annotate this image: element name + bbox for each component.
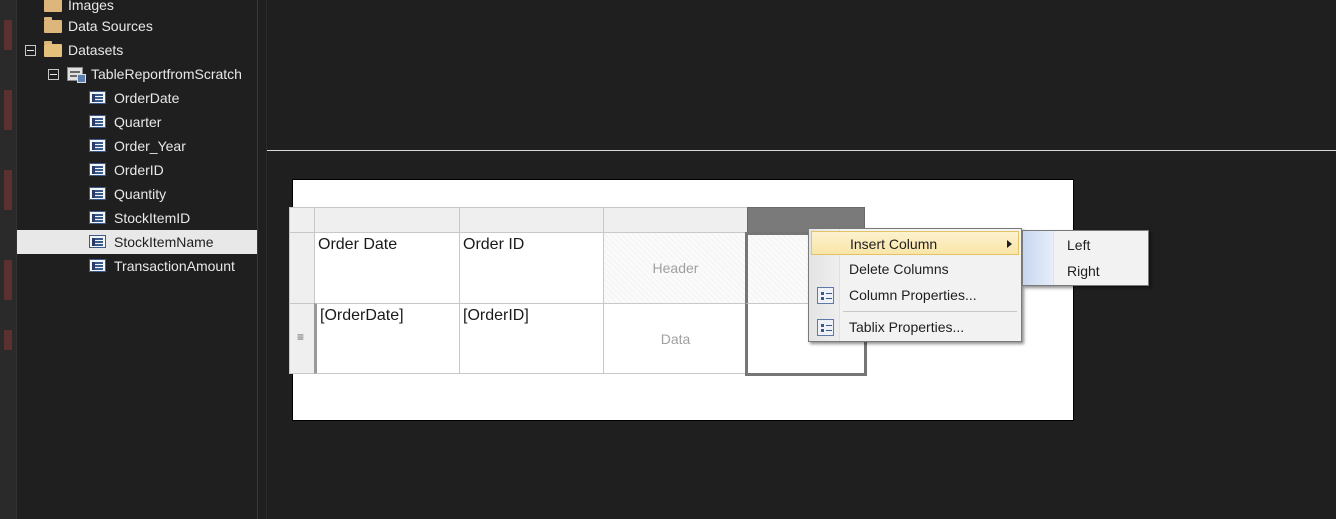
tool-strip-tab[interactable] xyxy=(4,170,12,210)
menu-item-label: Left xyxy=(1067,237,1091,253)
field-icon xyxy=(89,211,106,224)
report-data-tree: Images Data Sources Datasets TableReport… xyxy=(17,0,257,519)
collapse-icon[interactable] xyxy=(25,45,36,56)
insert-column-submenu: Left Right xyxy=(1022,230,1149,286)
properties-icon xyxy=(817,287,834,304)
pane-divider xyxy=(266,0,267,519)
menu-item-label: Delete Columns xyxy=(849,261,949,277)
tool-strip-tab[interactable] xyxy=(4,20,12,50)
tree-item-field-orderid[interactable]: OrderID xyxy=(89,158,257,182)
tree-item-label: StockItemName xyxy=(114,234,214,250)
menu-item-label: Right xyxy=(1067,263,1100,279)
folder-icon xyxy=(44,0,62,12)
header-cell-order-id[interactable]: Order ID xyxy=(459,232,604,304)
tree-item-label: Quantity xyxy=(114,186,167,202)
folder-icon xyxy=(44,17,62,33)
menu-separator xyxy=(843,311,1017,312)
menu-item-insert-left[interactable]: Left xyxy=(1025,233,1146,257)
tool-strip-tab[interactable] xyxy=(4,330,12,350)
pane-splitter[interactable] xyxy=(257,0,258,519)
data-cell-placeholder[interactable]: Data xyxy=(603,303,748,374)
field-icon xyxy=(89,115,106,128)
header-cell-placeholder[interactable]: Header xyxy=(603,232,748,304)
column-context-menu: Insert Column Delete Columns Column Prop… xyxy=(808,228,1022,342)
dataset-icon xyxy=(67,67,86,83)
tree-item-label: Quarter xyxy=(114,114,162,130)
field-icon xyxy=(89,235,106,248)
tree-item-label: OrderID xyxy=(114,162,164,178)
tree-item-field-stockitemid[interactable]: StockItemID xyxy=(89,206,257,230)
tree-item-datasets[interactable]: Datasets xyxy=(25,38,257,62)
tree-item-field-orderdate[interactable]: OrderDate xyxy=(89,86,257,110)
properties-icon xyxy=(817,319,834,336)
tree-item-label: Datasets xyxy=(68,42,124,58)
tree-item-field-order-year[interactable]: Order_Year xyxy=(89,134,257,158)
field-icon xyxy=(89,163,106,176)
tree-item-field-quarter[interactable]: Quarter xyxy=(89,110,257,134)
menu-item-label: Tablix Properties... xyxy=(849,319,965,335)
column-handle-1[interactable] xyxy=(314,207,460,233)
field-icon xyxy=(89,259,106,272)
row-handle-header[interactable] xyxy=(289,232,315,304)
tree-item-label: TableReportfromScratch xyxy=(91,66,242,82)
menu-item-delete-columns[interactable]: Delete Columns xyxy=(811,257,1019,281)
tree-item-label: Data Sources xyxy=(68,18,153,34)
menu-item-label: Insert Column xyxy=(850,236,938,252)
tablix-corner-handle[interactable] xyxy=(289,207,315,233)
menu-item-tablix-properties[interactable]: Tablix Properties... xyxy=(811,315,1019,339)
field-icon xyxy=(89,91,106,104)
field-icon xyxy=(89,139,106,152)
data-cell-orderid[interactable]: [OrderID] xyxy=(459,303,604,374)
page-header-boundary[interactable] xyxy=(267,150,1336,151)
tree-item-data-sources[interactable]: Data Sources xyxy=(39,14,257,38)
tool-strip-tab[interactable] xyxy=(4,90,12,130)
submenu-arrow-icon xyxy=(1007,240,1012,248)
row-handle-details[interactable]: ≡ xyxy=(289,303,315,374)
column-handle-3[interactable] xyxy=(603,207,748,233)
tree-item-label: OrderDate xyxy=(114,90,180,106)
menu-item-insert-column[interactable]: Insert Column xyxy=(811,231,1019,255)
details-group-icon: ≡ xyxy=(297,330,305,344)
field-icon xyxy=(89,187,106,200)
column-handle-2[interactable] xyxy=(459,207,604,233)
tree-item-label: TransactionAmount xyxy=(114,258,235,274)
tree-item-field-stockitemname[interactable]: StockItemName xyxy=(17,230,257,254)
menu-item-column-properties[interactable]: Column Properties... xyxy=(811,283,1019,307)
data-cell-orderdate[interactable]: [OrderDate] xyxy=(314,303,460,374)
tree-item-field-transactionamount[interactable]: TransactionAmount xyxy=(89,254,257,278)
tree-item-field-quantity[interactable]: Quantity xyxy=(89,182,257,206)
header-cell-order-date[interactable]: Order Date xyxy=(314,232,460,304)
tree-item-label: StockItemID xyxy=(114,210,191,226)
open-folder-icon xyxy=(44,41,62,57)
tool-strip-tab[interactable] xyxy=(4,260,12,300)
menu-item-label: Column Properties... xyxy=(849,287,977,303)
tree-item-label: Order_Year xyxy=(114,138,186,154)
collapse-icon[interactable] xyxy=(48,69,59,80)
vertical-tool-strip[interactable] xyxy=(0,0,17,519)
menu-item-insert-right[interactable]: Right xyxy=(1025,259,1146,283)
tree-item-dataset-tablereportfromscratch[interactable]: TableReportfromScratch xyxy=(48,62,257,86)
